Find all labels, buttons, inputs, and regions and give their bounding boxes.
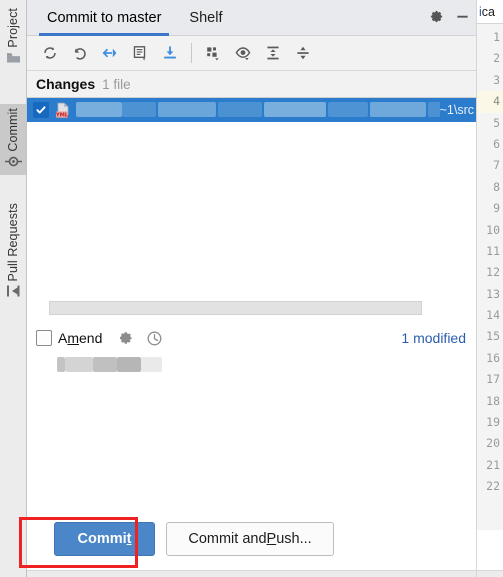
commit-message-input[interactable] (49, 301, 422, 315)
edit-source-icon[interactable] (125, 40, 155, 67)
file-name-redacted (76, 101, 440, 119)
editor-line-number-gutter: 1 2 3 4 5 6 7 8 9 10 11 12 13 14 15 16 17 18 19 20 21 22 (476, 24, 503, 530)
changes-title: Changes (36, 76, 96, 92)
refresh-icon[interactable] (35, 40, 65, 67)
sidebar-item-label: Commit (6, 108, 20, 152)
editor-tab[interactable]: i ca (476, 0, 503, 24)
line-number: 11 (486, 243, 500, 258)
editor-tab-label-2: ca (481, 4, 495, 19)
sidebar-item-label: Pull Requests (6, 203, 20, 282)
pull-request-icon (6, 284, 21, 301)
line-number: 5 (493, 115, 500, 130)
amend-row: Amend 1 modified (27, 323, 476, 353)
tab-shelf[interactable]: Shelf (175, 0, 236, 36)
line-number: 9 (493, 201, 500, 216)
line-number: 1 (493, 30, 500, 44)
line-number: 12 (486, 265, 500, 280)
group-by-icon[interactable] (198, 40, 228, 67)
amend-label: Amend (58, 330, 103, 346)
changes-file-count: 1 file (102, 76, 131, 92)
minimize-icon[interactable] (455, 9, 470, 27)
sidebar-item-label: Project (6, 8, 20, 48)
tab-bar: Commit to master Shelf (27, 0, 476, 36)
table-row[interactable]: YML ~1\src (27, 98, 476, 122)
tab-label: Commit to master (47, 9, 162, 26)
line-number: 10 (486, 222, 500, 237)
line-number: 15 (486, 329, 500, 344)
line-number: 6 (493, 136, 500, 151)
line-number: 4 (477, 91, 503, 113)
yml-file-icon: YML (55, 102, 72, 119)
editor-status-strip (477, 570, 503, 577)
line-number: 22 (486, 479, 500, 494)
commit-actions: Commi t Commit and Push... (27, 522, 476, 562)
line-number: 17 (486, 372, 500, 387)
changes-toolbar (27, 36, 476, 71)
commit-options-gear-icon[interactable] (115, 327, 137, 349)
line-number: 19 (486, 415, 500, 430)
expand-all-icon[interactable] (258, 40, 288, 67)
clock-icon[interactable] (143, 327, 165, 349)
editor-pane: i ca 1 2 3 4 5 6 7 8 9 10 11 12 13 14 15 16 17 18 19 20 21 22 (476, 0, 503, 577)
preview-diff-icon[interactable] (228, 40, 258, 67)
line-number: 2 (493, 51, 500, 66)
commit-button[interactable]: Commi t (54, 522, 155, 556)
tab-commit-to-master[interactable]: Commit to master (33, 0, 175, 36)
get-from-vcs-icon[interactable] (155, 40, 185, 67)
editor-footer (476, 530, 503, 577)
changes-header: Changes 1 file (27, 71, 476, 98)
modified-count-label: 1 modified (401, 330, 466, 346)
line-number: 21 (486, 457, 500, 472)
line-number: 8 (493, 179, 500, 194)
collapse-all-icon[interactable] (288, 40, 318, 67)
show-diff-icon[interactable] (95, 40, 125, 67)
folder-icon (6, 51, 21, 67)
commit-node-icon (4, 155, 22, 171)
line-number: 7 (493, 158, 500, 173)
tab-label: Shelf (189, 9, 223, 26)
status-strip (27, 570, 476, 577)
commit-tool-window: Project Commit Pull Requests Commit to m… (0, 0, 503, 577)
line-number: 16 (486, 350, 500, 365)
commit-and-push-button[interactable]: Commit and Push... (166, 522, 334, 556)
line-number: 20 (486, 436, 500, 451)
header-actions (429, 0, 470, 36)
line-number: 18 (486, 393, 500, 408)
file-checkbox[interactable] (33, 102, 49, 118)
line-number: 14 (486, 308, 500, 323)
author-line-redacted (57, 357, 162, 374)
changes-file-list[interactable]: YML ~1\src (27, 98, 476, 291)
sidebar-item-commit[interactable]: Commit (0, 104, 26, 175)
gear-icon[interactable] (429, 9, 444, 27)
commit-panel: Commit to master Shelf Changes 1 file YM… (27, 0, 476, 577)
toolbar-divider (191, 43, 192, 63)
sidebar-item-project[interactable]: Project (0, 4, 26, 71)
file-path-tail: ~1\src (439, 103, 474, 117)
rollback-icon[interactable] (65, 40, 95, 67)
line-number: 13 (486, 286, 500, 301)
line-number: 3 (493, 72, 500, 87)
tool-window-strip: Project Commit Pull Requests (0, 0, 27, 577)
amend-checkbox[interactable] (36, 330, 52, 346)
sidebar-item-pull-requests[interactable]: Pull Requests (0, 199, 26, 305)
svg-text:YML: YML (55, 112, 69, 118)
